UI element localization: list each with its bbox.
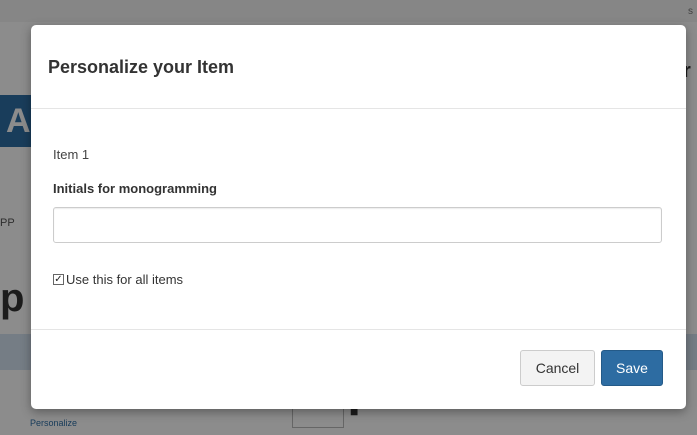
modal-header: Personalize your Item bbox=[31, 25, 686, 109]
cancel-button[interactable]: Cancel bbox=[520, 350, 595, 386]
initials-label: Initials for monogramming bbox=[53, 181, 217, 196]
modal-footer: Cancel Save bbox=[31, 329, 686, 409]
use-for-all-checkbox[interactable]: ✓ bbox=[53, 274, 64, 285]
use-for-all-label[interactable]: Use this for all items bbox=[66, 272, 183, 287]
modal-title: Personalize your Item bbox=[48, 57, 235, 77]
modal-body: Item 1 Initials for monogramming ✓ Use t… bbox=[31, 109, 686, 329]
personalize-modal: Personalize your Item Item 1 Initials fo… bbox=[31, 25, 686, 409]
use-for-all-row[interactable]: ✓ Use this for all items bbox=[53, 272, 183, 287]
item-label: Item 1 bbox=[53, 147, 90, 162]
save-button[interactable]: Save bbox=[601, 350, 663, 386]
page: s A r PP p ■ Personalize Personalize you… bbox=[0, 0, 697, 435]
initials-input[interactable] bbox=[53, 207, 662, 243]
